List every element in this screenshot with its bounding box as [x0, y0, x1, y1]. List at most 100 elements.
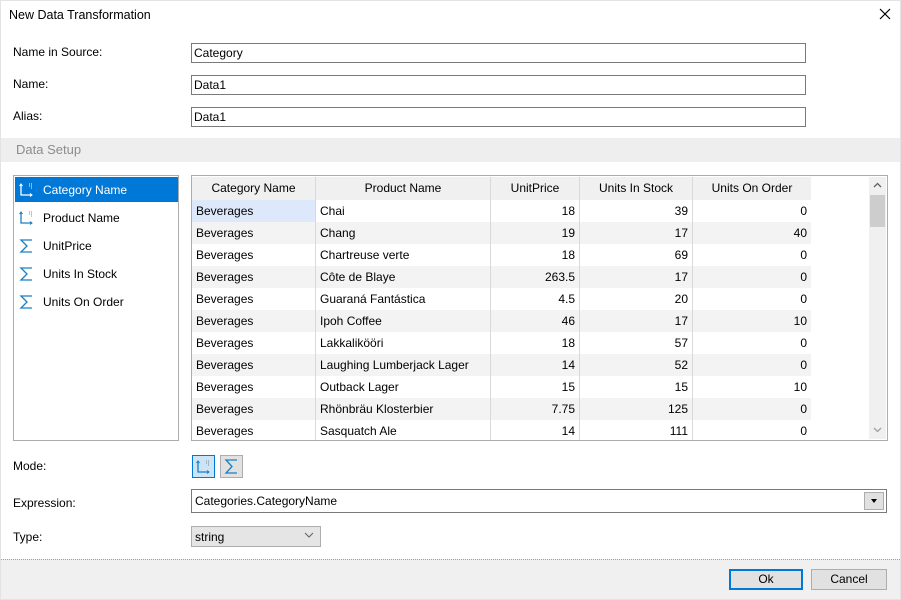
cell-units-in-stock[interactable]: 17: [580, 310, 693, 332]
name-in-source-input[interactable]: [191, 43, 806, 63]
name-input[interactable]: [191, 75, 806, 95]
cell-units-on-order[interactable]: 0: [693, 244, 811, 266]
mode-dimension-button[interactable]: [192, 455, 215, 478]
list-item-unitprice[interactable]: UnitPrice: [15, 233, 178, 258]
list-item-label: UnitPrice: [43, 239, 92, 253]
close-button[interactable]: [876, 5, 894, 23]
column-header-unitprice[interactable]: UnitPrice: [491, 177, 580, 200]
cell-units-in-stock[interactable]: 57: [580, 332, 693, 354]
table-row[interactable]: Beverages Guaraná Fantástica 4.5 20 0: [192, 288, 811, 310]
table-row[interactable]: Beverages Ipoh Coffee 46 17 10: [192, 310, 811, 332]
cell-product-name[interactable]: Laughing Lumberjack Lager: [316, 354, 491, 376]
cell-units-on-order[interactable]: 0: [693, 420, 811, 440]
expression-combobox[interactable]: Categories.CategoryName: [191, 489, 887, 513]
cell-product-name[interactable]: Chai: [316, 200, 491, 222]
table-row[interactable]: Beverages Chang 19 17 40: [192, 222, 811, 244]
cell-units-on-order[interactable]: 0: [693, 288, 811, 310]
cell-units-on-order[interactable]: 0: [693, 332, 811, 354]
cell-units-on-order[interactable]: 0: [693, 398, 811, 420]
table-row[interactable]: Beverages Laughing Lumberjack Lager 14 52 0: [192, 354, 811, 376]
column-header-product-name[interactable]: Product Name: [316, 177, 491, 200]
cell-units-on-order[interactable]: 0: [693, 266, 811, 288]
expression-dropdown-button[interactable]: [864, 492, 884, 510]
vertical-scrollbar[interactable]: [869, 177, 886, 439]
cell-product-name[interactable]: Rhönbräu Klosterbier: [316, 398, 491, 420]
cell-unitprice[interactable]: 15: [491, 376, 580, 398]
table-row[interactable]: Beverages Chartreuse verte 18 69 0: [192, 244, 811, 266]
cell-unitprice[interactable]: 14: [491, 354, 580, 376]
chevron-down-icon: [304, 532, 314, 538]
mode-measure-button[interactable]: [220, 455, 243, 478]
table-row[interactable]: Beverages Sasquatch Ale 14 111 0: [192, 420, 811, 440]
cell-unitprice[interactable]: 19: [491, 222, 580, 244]
list-item-category-name[interactable]: Category Name: [15, 177, 178, 202]
cell-units-in-stock[interactable]: 125: [580, 398, 693, 420]
type-value: string: [195, 530, 225, 544]
data-preview-grid[interactable]: Category Name Product Name UnitPrice Uni…: [191, 175, 888, 441]
cell-unitprice[interactable]: 7.75: [491, 398, 580, 420]
cell-category-name[interactable]: Beverages: [192, 376, 316, 398]
cell-product-name[interactable]: Outback Lager: [316, 376, 491, 398]
column-header-category-name[interactable]: Category Name: [192, 177, 316, 200]
column-header-units-in-stock[interactable]: Units In Stock: [580, 177, 693, 200]
cell-product-name[interactable]: Ipoh Coffee: [316, 310, 491, 332]
cell-category-name[interactable]: Beverages: [192, 288, 316, 310]
cell-units-in-stock[interactable]: 111: [580, 420, 693, 440]
scroll-down-button[interactable]: [869, 422, 886, 439]
cell-product-name[interactable]: Lakkalikööri: [316, 332, 491, 354]
columns-list[interactable]: Category Name Product Name UnitPrice Uni…: [13, 175, 179, 441]
chevron-down-icon: [873, 427, 882, 433]
type-select[interactable]: string: [191, 526, 321, 547]
cell-category-name[interactable]: Beverages: [192, 398, 316, 420]
table-row[interactable]: Beverages Outback Lager 15 15 10: [192, 376, 811, 398]
cell-category-name[interactable]: Beverages: [192, 244, 316, 266]
cell-category-name[interactable]: Beverages: [192, 354, 316, 376]
cell-units-in-stock[interactable]: 52: [580, 354, 693, 376]
list-item-units-in-stock[interactable]: Units In Stock: [15, 261, 178, 286]
cell-units-on-order[interactable]: 0: [693, 354, 811, 376]
table-row[interactable]: Beverages Chai 18 39 0: [192, 200, 811, 222]
list-item-units-on-order[interactable]: Units On Order: [15, 289, 178, 314]
close-icon: [879, 8, 891, 20]
cell-units-on-order[interactable]: 10: [693, 310, 811, 332]
scrollbar-thumb[interactable]: [870, 195, 885, 227]
cell-unitprice[interactable]: 263.5: [491, 266, 580, 288]
cell-unitprice[interactable]: 18: [491, 200, 580, 222]
cell-units-in-stock[interactable]: 15: [580, 376, 693, 398]
cell-category-name[interactable]: Beverages: [192, 332, 316, 354]
expression-value[interactable]: Categories.CategoryName: [195, 494, 337, 508]
ok-button[interactable]: Ok: [729, 569, 803, 590]
cell-product-name[interactable]: Guaraná Fantástica: [316, 288, 491, 310]
table-row[interactable]: Beverages Côte de Blaye 263.5 17 0: [192, 266, 811, 288]
cell-unitprice[interactable]: 46: [491, 310, 580, 332]
cell-unitprice[interactable]: 18: [491, 332, 580, 354]
cell-units-on-order[interactable]: 40: [693, 222, 811, 244]
cancel-button[interactable]: Cancel: [811, 569, 887, 590]
cell-product-name[interactable]: Sasquatch Ale: [316, 420, 491, 440]
cell-product-name[interactable]: Chang: [316, 222, 491, 244]
cell-product-name[interactable]: Chartreuse verte: [316, 244, 491, 266]
cell-units-in-stock[interactable]: 39: [580, 200, 693, 222]
list-item-product-name[interactable]: Product Name: [15, 205, 178, 230]
alias-input[interactable]: [191, 107, 806, 127]
cell-units-in-stock[interactable]: 17: [580, 222, 693, 244]
cell-product-name[interactable]: Côte de Blaye: [316, 266, 491, 288]
cell-units-in-stock[interactable]: 20: [580, 288, 693, 310]
cell-category-name[interactable]: Beverages: [192, 420, 316, 440]
cell-category-name[interactable]: Beverages: [192, 266, 316, 288]
cell-category-name[interactable]: Beverages: [192, 310, 316, 332]
cell-units-in-stock[interactable]: 69: [580, 244, 693, 266]
cell-units-in-stock[interactable]: 17: [580, 266, 693, 288]
cell-category-name[interactable]: Beverages: [192, 222, 316, 244]
scroll-up-button[interactable]: [869, 177, 886, 194]
cell-units-on-order[interactable]: 0: [693, 200, 811, 222]
cell-unitprice[interactable]: 4.5: [491, 288, 580, 310]
table-row[interactable]: Beverages Rhönbräu Klosterbier 7.75 125 0: [192, 398, 811, 420]
column-header-units-on-order[interactable]: Units On Order: [693, 177, 811, 200]
cell-unitprice[interactable]: 18: [491, 244, 580, 266]
cell-category-name[interactable]: Beverages: [192, 200, 316, 222]
table-row[interactable]: Beverages Lakkalikööri 18 57 0: [192, 332, 811, 354]
cell-unitprice[interactable]: 14: [491, 420, 580, 440]
name-label: Name:: [13, 77, 49, 91]
cell-units-on-order[interactable]: 10: [693, 376, 811, 398]
